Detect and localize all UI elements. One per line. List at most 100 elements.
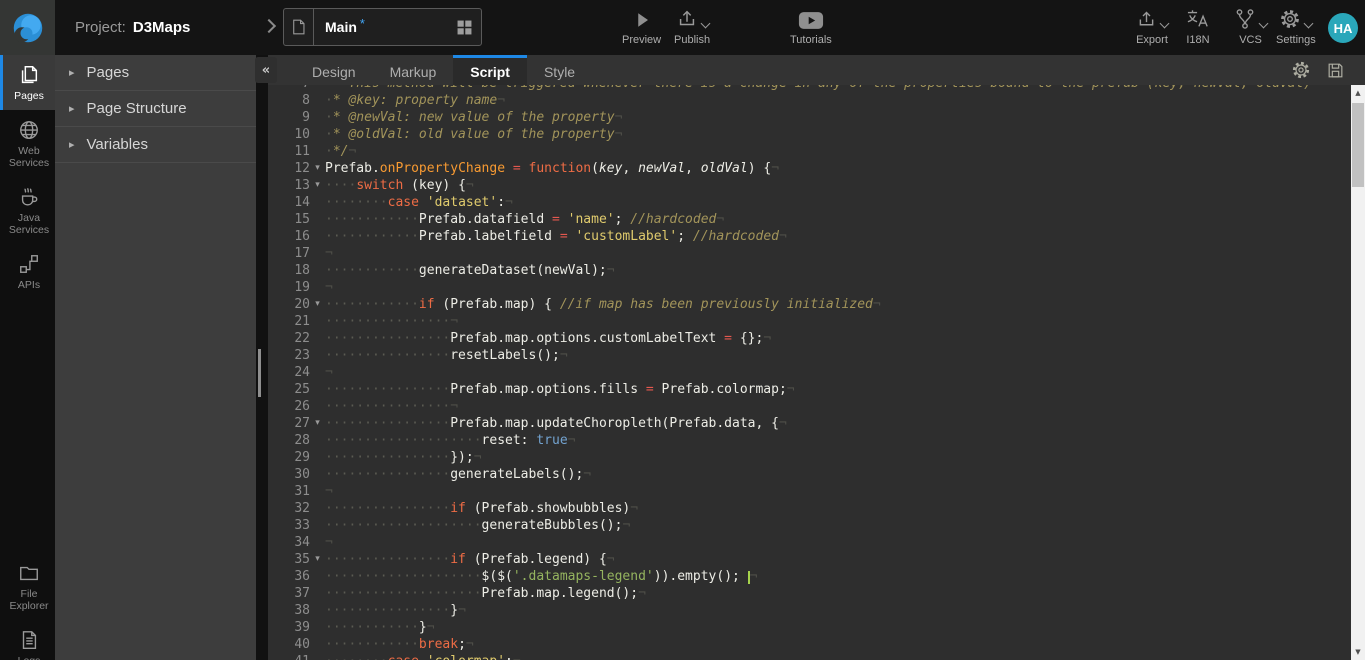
settings-button[interactable]: Settings — [1276, 8, 1316, 46]
eol-marker: ¬ — [716, 212, 724, 227]
code-line[interactable]: 17¬ — [268, 245, 1351, 262]
code-line[interactable]: 21················¬ — [268, 313, 1351, 330]
scroll-up-button[interactable]: ▲ — [1351, 85, 1365, 101]
tutorials-button[interactable]: Tutorials — [790, 8, 832, 46]
code-line[interactable]: 20▾············if (Prefab.map) { //if ma… — [268, 296, 1351, 313]
fold-spacer — [310, 313, 325, 330]
user-avatar[interactable]: HA — [1328, 13, 1358, 43]
tab-markup[interactable]: Markup — [373, 55, 454, 85]
code-line[interactable]: 28····················reset: true¬ — [268, 432, 1351, 449]
rail-item-logs[interactable]: Logs — [0, 620, 55, 660]
line-number: 37 — [268, 585, 310, 602]
vcs-button[interactable]: VCS — [1234, 8, 1267, 46]
code-line[interactable]: 16············Prefab.labelfield = 'custo… — [268, 228, 1351, 245]
fold-arrow-icon[interactable]: ▾ — [310, 160, 325, 177]
fold-spacer — [310, 85, 325, 92]
home-logo-button[interactable] — [0, 0, 55, 55]
code-line[interactable]: 26················¬ — [268, 398, 1351, 415]
editor-tab-strip: Design Markup Script Style — [268, 55, 1365, 85]
rail-label: Pages — [14, 90, 44, 102]
editor-scrollbar[interactable]: ▲ ▼ — [1351, 85, 1365, 660]
fold-arrow-icon[interactable]: ▾ — [310, 177, 325, 194]
preview-button[interactable]: Preview — [622, 8, 661, 46]
code-line[interactable]: 13▾····switch (key) {¬ — [268, 177, 1351, 194]
fold-arrow-icon[interactable]: ▾ — [310, 551, 325, 568]
accordion-label: Page Structure — [87, 100, 187, 117]
rail-label: Java Services — [5, 212, 53, 236]
code-line[interactable]: 38················}¬ — [268, 602, 1351, 619]
code-line[interactable]: 22················Prefab.map.options.cus… — [268, 330, 1351, 347]
code-line[interactable]: 27▾················Prefab.map.updateChor… — [268, 415, 1351, 432]
tab-design[interactable]: Design — [295, 55, 373, 85]
code-line[interactable]: 39············}¬ — [268, 619, 1351, 636]
rail-item-web-services[interactable]: Web Services — [0, 110, 55, 177]
code-line[interactable]: 25················Prefab.map.options.fil… — [268, 381, 1351, 398]
line-number: 13 — [268, 177, 310, 194]
line-number: 9 — [268, 109, 310, 126]
code-line[interactable]: 15············Prefab.datafield = 'name';… — [268, 211, 1351, 228]
code-line[interactable]: 19¬ — [268, 279, 1351, 296]
scroll-down-button[interactable]: ▼ — [1351, 644, 1365, 660]
code-line[interactable]: 23················resetLabels();¬ — [268, 347, 1351, 364]
export-button[interactable]: Export — [1136, 8, 1168, 46]
panel-scrollbar-thumb[interactable] — [258, 349, 261, 397]
fold-spacer — [310, 347, 325, 364]
i18n-label: I18N — [1186, 34, 1209, 46]
rail-item-file-explorer[interactable]: File Explorer — [0, 553, 55, 620]
code-line[interactable]: 30················generateLabels();¬ — [268, 466, 1351, 483]
code-line[interactable]: 12▾Prefab.onPropertyChange = function(ke… — [268, 160, 1351, 177]
fold-spacer — [310, 500, 325, 517]
fold-arrow-icon[interactable]: ▾ — [310, 296, 325, 313]
line-number: 26 — [268, 398, 310, 415]
fold-spacer — [310, 109, 325, 126]
code-line[interactable]: 14········case 'dataset':¬ — [268, 194, 1351, 211]
code-line[interactable]: 18············generateDataset(newVal);¬ — [268, 262, 1351, 279]
tab-script[interactable]: Script — [453, 55, 527, 85]
active-page-tab[interactable]: Main * — [283, 8, 482, 46]
code-line[interactable]: 35▾················if (Prefab.legend) {¬ — [268, 551, 1351, 568]
eol-marker: ¬ — [458, 603, 466, 618]
code-line[interactable]: 34¬ — [268, 534, 1351, 551]
scrollbar-thumb[interactable] — [1352, 103, 1364, 187]
eol-marker: ¬ — [638, 586, 646, 601]
code-line[interactable]: 37····················Prefab.map.legend(… — [268, 585, 1351, 602]
code-line[interactable]: 8·* @key: property name¬ — [268, 92, 1351, 109]
line-number: 16 — [268, 228, 310, 245]
eol-marker: ¬ — [466, 637, 474, 652]
code-line[interactable]: 31¬ — [268, 483, 1351, 500]
tab-style[interactable]: Style — [527, 55, 592, 85]
publish-button[interactable]: Publish — [674, 8, 710, 46]
pages-grid-icon[interactable] — [456, 19, 473, 36]
project-name: D3Maps — [133, 19, 191, 36]
eol-marker: ¬ — [630, 501, 638, 516]
code-line[interactable]: 11·*/¬ — [268, 143, 1351, 160]
code-line[interactable]: 32················if (Prefab.showbubbles… — [268, 500, 1351, 517]
code-line[interactable]: 41········case 'colormap':¬ — [268, 653, 1351, 660]
code-line[interactable]: 40············break;¬ — [268, 636, 1351, 653]
line-number: 35 — [268, 551, 310, 568]
code-line[interactable]: 29················});¬ — [268, 449, 1351, 466]
i18n-button[interactable]: I18N — [1186, 8, 1210, 46]
accordion-pages[interactable]: ▸ Pages — [55, 55, 256, 91]
line-number: 27 — [268, 415, 310, 432]
accordion-page-structure[interactable]: ▸ Page Structure — [55, 91, 256, 127]
code-line[interactable]: 10·* @oldVal: old value of the property¬ — [268, 126, 1351, 143]
preview-label: Preview — [622, 34, 661, 46]
fold-arrow-icon[interactable]: ▾ — [310, 415, 325, 432]
code-line[interactable]: 36····················$($('.datamaps-leg… — [268, 568, 1351, 585]
code-line[interactable]: 9·* @newVal: new value of the property¬ — [268, 109, 1351, 126]
eol-marker: ¬ — [787, 382, 795, 397]
code-line[interactable]: 24¬ — [268, 364, 1351, 381]
accordion-variables[interactable]: ▸ Variables — [55, 127, 256, 163]
rail-item-apis[interactable]: APIs — [0, 244, 55, 299]
code-line[interactable]: 7·* This method will be triggered whenev… — [268, 85, 1351, 92]
save-icon[interactable] — [1326, 61, 1345, 80]
eol-marker: ¬ — [873, 297, 881, 312]
rail-item-pages[interactable]: Pages — [0, 55, 55, 110]
script-code-editor[interactable]: 7·* This method will be triggered whenev… — [268, 85, 1351, 660]
editor-settings-gear-icon[interactable] — [1291, 60, 1311, 80]
code-line[interactable]: 33····················generateBubbles();… — [268, 517, 1351, 534]
line-number: 22 — [268, 330, 310, 347]
rail-item-java-services[interactable]: Java Services — [0, 177, 55, 244]
collapse-panel-button[interactable]: « — [255, 57, 277, 83]
